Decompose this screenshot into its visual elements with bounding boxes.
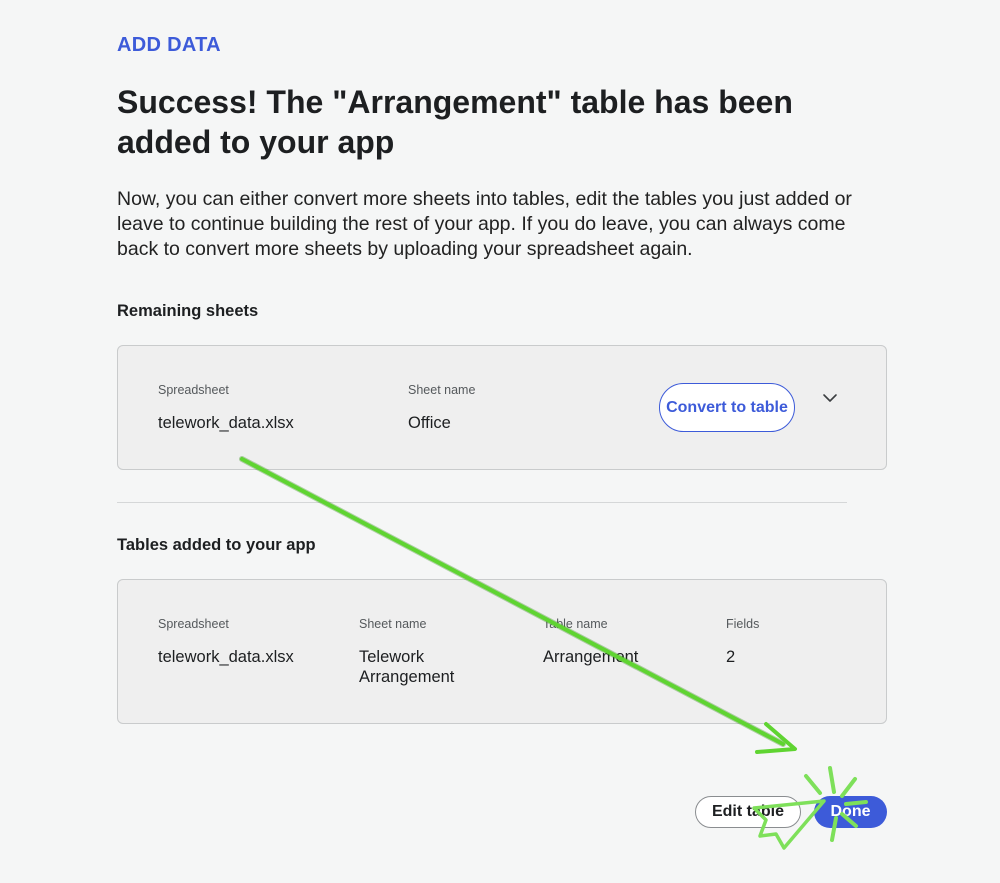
remaining-sheets-heading: Remaining sheets [117,302,259,320]
eyebrow-label: ADD DATA [117,34,221,56]
tables-added-heading: Tables added to your app [117,536,316,554]
added-spreadsheet-column: Spreadsheet telework_data.xlsx [158,617,294,667]
sheet-name-value: Telework Arrangement [359,648,455,686]
remaining-sheet-column: Sheet name Office [408,383,475,433]
table-name-label: Table name [543,617,608,631]
sheet-name-label: Sheet name [408,383,476,397]
added-sheet-column: Sheet name Telework Arrangement [359,617,489,687]
convert-to-table-button[interactable]: Convert to table [659,383,795,432]
section-divider [117,502,847,503]
spreadsheet-value: telework_data.xlsx [158,648,294,666]
spreadsheet-value: telework_data.xlsx [158,414,294,432]
added-table-name-column: Table name Arrangement [543,617,638,667]
done-button[interactable]: Done [814,796,887,828]
page-title: Success! The "Arrangement" table has bee… [117,84,793,160]
sheet-name-value: Office [408,414,451,432]
add-data-page: ADD DATA Success! The "Arrangement" tabl… [0,0,1000,883]
fields-label: Fields [726,617,760,631]
remaining-sheet-card: Spreadsheet telework_data.xlsx Sheet nam… [117,345,887,470]
spreadsheet-label: Spreadsheet [158,617,229,631]
table-name-value: Arrangement [543,648,639,666]
intro-text: Now, you can either convert more sheets … [117,188,852,260]
spreadsheet-label: Spreadsheet [158,383,229,397]
added-table-card: Spreadsheet telework_data.xlsx Sheet nam… [117,579,887,724]
chevron-down-icon[interactable] [818,386,842,410]
remaining-spreadsheet-column: Spreadsheet telework_data.xlsx [158,383,294,433]
added-fields-column: Fields 2 [726,617,759,667]
fields-value: 2 [726,648,736,666]
sheet-name-label: Sheet name [359,617,427,631]
edit-table-button[interactable]: Edit table [695,796,801,828]
